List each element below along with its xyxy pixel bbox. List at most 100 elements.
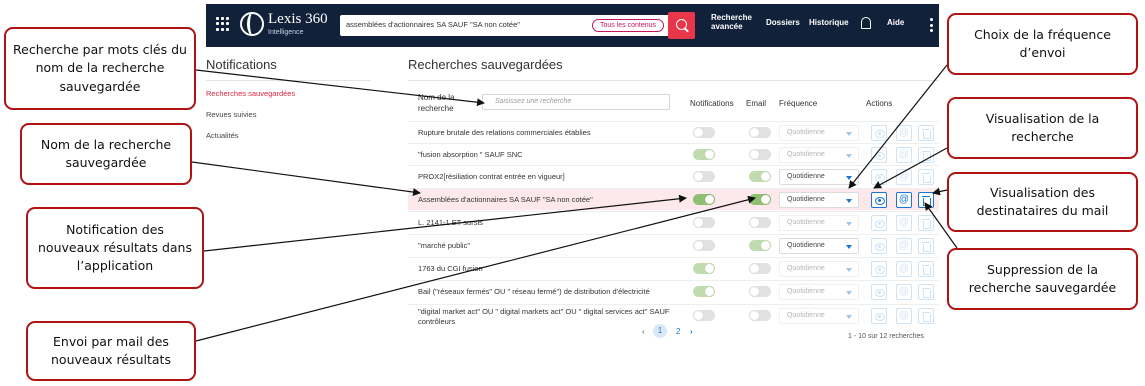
app-logo-name[interactable]: Lexis 360 (268, 11, 328, 28)
trash-icon[interactable] (918, 308, 934, 324)
trash-icon[interactable] (918, 284, 934, 300)
at-sign-icon[interactable]: @ (896, 147, 912, 163)
notification-toggle[interactable] (693, 310, 715, 321)
eye-icon[interactable] (871, 215, 887, 231)
advanced-search-link[interactable]: Recherche avancée (711, 13, 752, 31)
saved-search-name[interactable]: Rupture brutale des relations commercial… (418, 128, 591, 137)
frequency-select[interactable]: Quotidienne (779, 215, 859, 231)
table-row: "marché public" Quotidienne @ (408, 234, 939, 256)
trash-icon[interactable] (918, 215, 934, 231)
callout-search-name: Nom de la recherche sauvegardée (20, 123, 192, 185)
global-search-value[interactable]: assemblées d'actionnaires SA SAUF "SA no… (346, 20, 520, 29)
saved-search-name[interactable]: Assemblées d'actionnaires SA SAUF "SA no… (418, 195, 593, 204)
trash-icon[interactable] (918, 169, 934, 185)
sidebar-item-saved-searches[interactable]: Recherches sauvegardées (206, 89, 295, 98)
notification-toggle[interactable] (693, 149, 715, 160)
filter-placeholder[interactable]: Saisissez une recherche (495, 98, 571, 105)
title-divider (408, 80, 939, 81)
pagination-page-1[interactable]: 1 (653, 324, 667, 338)
callout-keyword-search: Recherche par mots clés du nom de la rec… (4, 27, 196, 110)
saved-search-name[interactable]: "digital market act" OU " digital market… (418, 307, 682, 327)
help-link[interactable]: Aide (887, 18, 904, 27)
frequency-select[interactable]: Quotidienne (779, 238, 859, 254)
email-toggle[interactable] (749, 127, 771, 138)
notification-toggle[interactable] (693, 127, 715, 138)
table-row: "digital market act" OU " digital market… (408, 304, 939, 330)
email-toggle[interactable] (749, 286, 771, 297)
trash-icon[interactable] (918, 238, 934, 254)
notification-toggle[interactable] (693, 286, 715, 297)
at-sign-icon[interactable]: @ (896, 125, 912, 141)
frequency-value: Quotidienne (787, 196, 825, 203)
history-link[interactable]: Historique (809, 18, 849, 27)
lexis-logo-icon[interactable] (240, 12, 264, 36)
frequency-select[interactable]: Quotidienne (779, 169, 859, 185)
notification-toggle[interactable] (693, 194, 715, 205)
at-sign-icon[interactable]: @ (896, 192, 912, 208)
pagination-prev[interactable]: ‹ (642, 327, 645, 336)
folders-link[interactable]: Dossiers (766, 18, 800, 27)
lexis-app-window: Lexis 360 Intelligence assemblées d'acti… (206, 4, 939, 350)
chevron-down-icon (846, 268, 852, 272)
eye-icon[interactable] (871, 192, 887, 208)
frequency-value: Quotidienne (787, 265, 825, 272)
frequency-select[interactable]: Quotidienne (779, 308, 859, 324)
search-scope-dropdown[interactable]: Tous les contenus (588, 15, 668, 36)
saved-search-name[interactable]: 1763 du CGI fusion (418, 264, 483, 273)
eye-icon[interactable] (871, 284, 887, 300)
advanced-search-line2: avancée (711, 22, 743, 31)
saved-search-name[interactable]: Bail ("réseaux fermés" OU " réseau fermé… (418, 287, 650, 296)
sidebar-item-news[interactable]: Actualités (206, 131, 239, 140)
saved-search-name[interactable]: L. 2141-1 ET sursis (418, 218, 483, 227)
email-toggle[interactable] (749, 310, 771, 321)
search-button[interactable] (668, 12, 695, 39)
eye-icon[interactable] (871, 169, 887, 185)
apps-grid-icon[interactable] (216, 17, 230, 31)
at-sign-icon[interactable]: @ (896, 238, 912, 254)
kebab-menu-icon[interactable] (930, 18, 933, 32)
eye-icon[interactable] (871, 261, 887, 277)
eye-icon[interactable] (871, 308, 887, 324)
email-toggle[interactable] (749, 171, 771, 182)
at-sign-icon[interactable]: @ (896, 169, 912, 185)
eye-icon[interactable] (871, 147, 887, 163)
at-sign-icon[interactable]: @ (896, 261, 912, 277)
email-toggle[interactable] (749, 240, 771, 251)
trash-icon[interactable] (918, 261, 934, 277)
frequency-select[interactable]: Quotidienne (779, 125, 859, 141)
email-toggle[interactable] (749, 217, 771, 228)
saved-search-name[interactable]: "marché public" (418, 241, 470, 250)
global-search-input[interactable]: assemblées d'actionnaires SA SAUF "SA no… (340, 15, 604, 36)
eye-icon[interactable] (871, 238, 887, 254)
saved-search-filter-input[interactable]: Saisissez une recherche (482, 94, 670, 110)
chevron-down-icon (846, 222, 852, 226)
email-toggle[interactable] (749, 263, 771, 274)
frequency-select[interactable]: Quotidienne (779, 284, 859, 300)
saved-search-name[interactable]: "fusion absorption " SAUF SNC (418, 150, 523, 159)
search-scope-label[interactable]: Tous les contenus (592, 19, 664, 32)
notification-toggle[interactable] (693, 240, 715, 251)
saved-search-name[interactable]: PROX2[résiliation contrat entrée en vigu… (418, 172, 565, 181)
at-sign-icon[interactable]: @ (896, 308, 912, 324)
trash-icon[interactable] (918, 192, 934, 208)
chevron-down-icon (846, 132, 852, 136)
notification-toggle[interactable] (693, 171, 715, 182)
at-sign-icon[interactable]: @ (896, 284, 912, 300)
at-sign-icon[interactable]: @ (896, 215, 912, 231)
eye-icon[interactable] (871, 125, 887, 141)
frequency-select[interactable]: Quotidienne (779, 192, 859, 208)
notification-toggle[interactable] (693, 263, 715, 274)
pagination-page-2[interactable]: 2 (676, 327, 680, 336)
trash-icon[interactable] (918, 147, 934, 163)
email-toggle[interactable] (749, 149, 771, 160)
bell-icon[interactable] (861, 17, 871, 29)
notification-toggle[interactable] (693, 217, 715, 228)
trash-icon[interactable] (918, 125, 934, 141)
frequency-select[interactable]: Quotidienne (779, 147, 859, 163)
frequency-value: Quotidienne (787, 173, 825, 180)
sidebar-item-followed-journals[interactable]: Revues suivies (206, 110, 256, 119)
pagination-next[interactable]: › (690, 327, 693, 336)
email-toggle[interactable] (749, 194, 771, 205)
frequency-value: Quotidienne (787, 219, 825, 226)
frequency-select[interactable]: Quotidienne (779, 261, 859, 277)
